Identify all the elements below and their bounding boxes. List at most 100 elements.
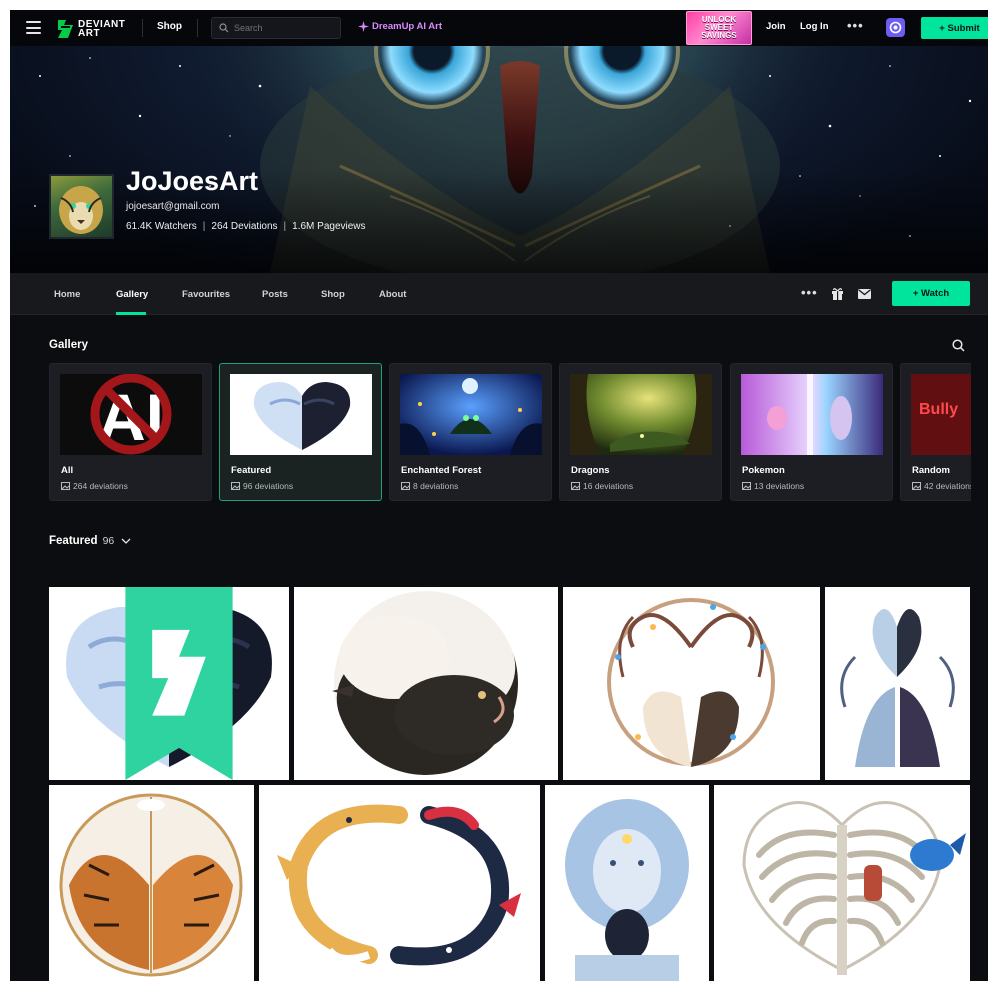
more-menu-icon[interactable]: ••• [847,18,864,33]
active-tab-indicator [116,312,146,315]
folder-name: Dragons [571,465,610,476]
dreamup-link[interactable]: DreamUp AI Art [358,21,442,32]
deviation-thumbnail[interactable] [825,587,970,780]
folder-count: 264 deviations [61,481,128,491]
tab-posts[interactable]: Posts [262,289,288,300]
folder-count: 8 deviations [401,481,458,491]
promo-banner-ad[interactable]: UNLOCK SWEET SAVINGS [686,11,752,45]
folder-thumbnail [230,374,372,455]
image-icon [401,482,410,490]
more-options-icon[interactable]: ••• [801,285,818,300]
folder-name: Random [912,465,950,476]
gallery-folders: AI All 264 deviations Featured 96 deviat [49,363,971,501]
folder-all[interactable]: AI All 264 deviations [49,363,212,501]
folder-thumbnail [570,374,712,455]
profile-name: JoJoesArt [126,166,259,196]
deviations-count: 264 Deviations [211,221,278,232]
ribcage-heart-artwork [742,801,966,975]
dragons-heart-artwork [840,609,955,767]
folder-name: All [61,465,74,476]
folder-name: Featured [231,465,272,476]
koi-fish-artwork [277,804,521,966]
shop-link[interactable]: Shop [157,21,182,32]
deviantart-logo[interactable]: DEVIANT ART [57,18,129,40]
deviantart-page: DEVIANT ART Shop DreamUp AI Art UNLOCK S… [10,10,988,981]
folder-count: 42 deviations [912,481,971,491]
deviation-thumbnail[interactable] [294,587,558,780]
ad-text: SAVINGS [701,31,737,40]
watch-button[interactable]: + Watch [892,281,970,306]
logo-text: DEVIANT ART [78,19,126,39]
folder-count: 13 deviations [742,481,804,491]
search-box[interactable] [211,17,341,39]
deviantart-logo-icon [58,20,73,38]
gallery-heading: Gallery [49,339,88,351]
deviation-thumbnail[interactable] [259,785,540,981]
gallery-search-icon[interactable] [952,339,965,352]
stat-separator: | [283,221,287,232]
tab-about[interactable]: About [379,289,406,300]
folder-dragons[interactable]: Dragons 16 deviations [559,363,722,501]
gift-icon[interactable] [831,287,844,300]
folder-thumbnail: AI [60,374,202,455]
divider [197,19,198,37]
image-icon [231,482,240,490]
tab-gallery[interactable]: Gallery [116,289,148,300]
tigers-peace-artwork [59,793,243,977]
image-icon [571,482,580,490]
hamburger-menu-icon[interactable] [26,21,41,34]
folder-thumbnail [400,374,542,455]
lion-cub-artwork [565,799,689,981]
featured-count: 96 [102,535,115,547]
folder-count: 96 deviations [231,481,293,491]
top-bar: DEVIANT ART Shop DreamUp AI Art UNLOCK S… [10,10,988,46]
image-icon [912,482,921,490]
login-link[interactable]: Log In [800,21,829,32]
tab-home[interactable]: Home [54,289,80,300]
profile-banner: JoJoesArt jojoesart@gmail.com 61.4K Watc… [10,46,988,273]
profile-tabs: Home Gallery Favourites Posts Shop About… [10,273,988,315]
folder-thumbnail: Bully [911,374,971,455]
folder-name: Pokemon [742,465,785,476]
submit-button[interactable]: + Submit [921,17,988,39]
deviation-thumbnail[interactable] [49,587,289,780]
folder-random[interactable]: Bully Random 42 deviations [900,363,971,501]
folder-count: 16 deviations [571,481,633,491]
deviation-thumbnail[interactable] [714,785,970,981]
chevron-down-icon [121,538,131,544]
image-icon [61,482,70,490]
search-icon [219,23,229,33]
deer-heart-artwork [607,598,775,767]
folder-pokemon[interactable]: Pokemon 13 deviations [730,363,893,501]
watchers-count[interactable]: 61.4K Watchers [126,221,197,232]
profile-info: JoJoesArt jojoesart@gmail.com 61.4K Watc… [126,166,366,239]
featured-label: Featured [49,535,98,547]
folder-enchanted-forest[interactable]: Enchanted Forest 8 deviations [389,363,552,501]
profile-header: JoJoesArt jojoesart@gmail.com 61.4K Watc… [49,166,366,239]
svg-text:Bully: Bully [919,401,958,418]
avatar[interactable] [49,174,114,239]
stat-separator: | [202,221,206,232]
folder-name: Enchanted Forest [401,465,482,476]
tab-shop[interactable]: Shop [321,289,345,300]
folder-thumbnail [741,374,883,455]
profile-email: jojoesart@gmail.com [126,201,220,212]
sparkle-icon [358,21,369,32]
deviation-thumbnail[interactable] [49,785,254,981]
tab-favourites[interactable]: Favourites [182,289,230,300]
deviation-thumbnail[interactable] [545,785,709,981]
profile-stats: 61.4K Watchers | 264 Deviations | 1.6M Pagev… [126,221,366,232]
divider [142,19,143,37]
daily-deviation-ribbon-icon [125,587,233,780]
folder-featured[interactable]: Featured 96 deviations [219,363,382,501]
join-link[interactable]: Join [766,21,786,32]
image-icon [742,482,751,490]
dreamup-label: DreamUp AI Art [372,21,443,32]
wolf-yin-yang-artwork [332,591,518,775]
featured-dropdown[interactable]: Featured 96 [49,535,131,547]
mail-icon[interactable] [858,289,871,299]
deviation-thumbnail[interactable] [563,587,820,780]
search-input[interactable] [234,23,334,33]
core-membership-icon[interactable] [886,18,905,37]
pageviews-count: 1.6M Pageviews [292,221,366,232]
